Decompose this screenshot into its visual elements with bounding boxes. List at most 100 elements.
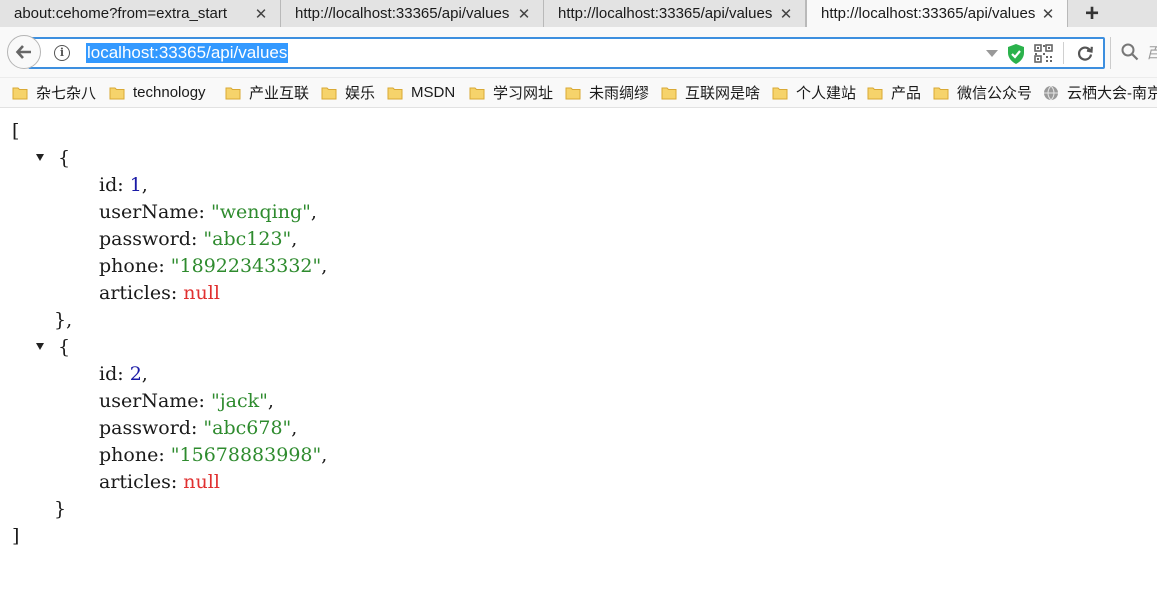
json-close-brace: },	[54, 309, 73, 331]
bookmark-label: 产品	[891, 85, 922, 102]
back-button[interactable]	[7, 35, 41, 69]
shield-icon[interactable]	[1006, 43, 1026, 70]
json-field-id: id: 1,	[99, 172, 148, 199]
bookmark-label: 微信公众号	[957, 85, 1033, 102]
bookmark-label: technology	[133, 84, 206, 101]
json-string: "15678883998"	[170, 444, 322, 466]
json-key: articles	[99, 282, 171, 304]
bookmark-item[interactable]: 学习网址	[469, 78, 553, 107]
json-close-bracket: ]	[12, 525, 20, 547]
json-comma: ,	[141, 363, 148, 385]
bookmark-label: 未雨绸缪	[589, 85, 650, 102]
bookmark-item[interactable]: 云栖大会-南京	[1043, 78, 1157, 107]
bookmark-item[interactable]: MSDN	[387, 78, 455, 107]
bookmark-label: 互联网是啥	[685, 85, 761, 102]
url-text[interactable]: localhost:33365/api/values	[86, 43, 289, 63]
json-colon: :	[158, 255, 171, 277]
tab-close-icon[interactable]: ✕	[1037, 5, 1059, 23]
json-colon: :	[117, 363, 130, 385]
json-string: "18922343332"	[170, 255, 322, 277]
folder-icon	[225, 85, 241, 101]
json-null: null	[183, 282, 220, 304]
tab-cehome[interactable]: about:cehome?from=extra_start ✕	[0, 0, 281, 27]
collapse-toggle-icon[interactable]	[36, 154, 44, 161]
bookmark-item[interactable]: 个人建站	[772, 78, 856, 107]
folder-icon	[321, 85, 337, 101]
folder-icon	[109, 85, 125, 101]
tab-title: http://localhost:33365/api/values	[558, 5, 773, 22]
info-icon[interactable]: i	[54, 45, 70, 61]
json-field-password: password: "abc678",	[99, 415, 297, 442]
json-field-articles: articles: null	[99, 280, 220, 307]
bookmark-item[interactable]: 杂七杂八	[12, 78, 96, 107]
folder-icon	[387, 85, 403, 101]
tab-api-values-active[interactable]: http://localhost:33365/api/values ✕	[806, 0, 1068, 27]
json-string: "wenqing"	[210, 201, 311, 223]
json-string: "abc678"	[203, 417, 292, 439]
json-comma: ,	[291, 417, 298, 439]
json-open-brace: {	[58, 147, 71, 169]
json-comma: ,	[310, 201, 317, 223]
json-field-id: id: 2,	[99, 361, 148, 388]
bookmark-item[interactable]: 微信公众号	[933, 78, 1032, 107]
json-comma: ,	[141, 174, 148, 196]
json-comma: ,	[321, 255, 328, 277]
address-bar[interactable]: i localhost:33365/api/values	[28, 37, 1105, 69]
bookmark-item[interactable]: 产品	[867, 78, 921, 107]
new-tab-button[interactable]: +	[1072, 0, 1112, 27]
tab-title: http://localhost:33365/api/values	[821, 5, 1036, 22]
collapse-toggle-icon[interactable]	[36, 343, 44, 350]
bookmark-item[interactable]: technology	[109, 78, 206, 107]
json-number: 1	[129, 174, 142, 196]
tab-close-icon[interactable]: ✕	[775, 5, 797, 23]
json-key: userName	[99, 390, 199, 412]
globe-icon	[1043, 85, 1059, 101]
json-field-password: password: "abc123",	[99, 226, 297, 253]
bookmarks-bar: 杂七杂八 technology 产业互联 娱乐 MSDN 学习网址 未雨绸缪 互…	[0, 78, 1157, 108]
folder-icon	[772, 85, 788, 101]
search-hint: 百	[1146, 42, 1157, 63]
bookmark-item[interactable]: 娱乐	[321, 78, 375, 107]
tab-api-values-1[interactable]: http://localhost:33365/api/values ✕	[281, 0, 544, 27]
folder-icon	[12, 85, 28, 101]
search-icon	[1121, 43, 1139, 66]
bookmark-item[interactable]: 未雨绸缪	[565, 78, 649, 107]
tab-strip: about:cehome?from=extra_start ✕ http://l…	[0, 0, 1157, 27]
bookmark-item[interactable]: 互联网是啥	[661, 78, 760, 107]
json-key: id	[99, 363, 118, 385]
json-colon: :	[170, 282, 184, 304]
folder-icon	[469, 85, 485, 101]
json-colon: :	[158, 444, 171, 466]
json-string: "jack"	[210, 390, 268, 412]
folder-icon	[661, 85, 677, 101]
json-string: "abc123"	[203, 228, 292, 250]
tab-title: about:cehome?from=extra_start	[14, 5, 228, 22]
json-field-phone: phone: "18922343332",	[99, 253, 327, 280]
json-colon: :	[190, 417, 204, 439]
json-field-username: userName: "wenqing",	[99, 199, 317, 226]
json-colon: :	[170, 471, 184, 493]
back-arrow-icon	[15, 45, 31, 59]
json-key: phone	[99, 444, 159, 466]
json-field-phone: phone: "15678883998",	[99, 442, 327, 469]
json-colon: :	[198, 201, 211, 223]
json-colon: :	[198, 390, 211, 412]
qr-code-icon[interactable]	[1034, 44, 1053, 68]
json-comma: ,	[321, 444, 328, 466]
tab-close-icon[interactable]: ✕	[250, 5, 272, 23]
tab-title: http://localhost:33365/api/values	[295, 5, 510, 22]
folder-icon	[933, 85, 949, 101]
bookmark-label: 杂七杂八	[36, 85, 97, 102]
search-box[interactable]: 百	[1110, 37, 1157, 69]
tab-close-icon[interactable]: ✕	[513, 5, 535, 23]
json-key: password	[99, 417, 191, 439]
json-close-brace: }	[54, 498, 67, 520]
bookmark-item[interactable]: 产业互联	[225, 78, 309, 107]
reload-icon[interactable]	[1076, 44, 1094, 67]
bookmark-label: 云栖大会-南京	[1067, 85, 1157, 102]
tab-api-values-2[interactable]: http://localhost:33365/api/values ✕	[544, 0, 806, 27]
json-key: userName	[99, 201, 199, 223]
url-dropdown-icon[interactable]	[986, 50, 998, 57]
json-field-articles: articles: null	[99, 469, 220, 496]
bookmark-label: 学习网址	[493, 85, 554, 102]
